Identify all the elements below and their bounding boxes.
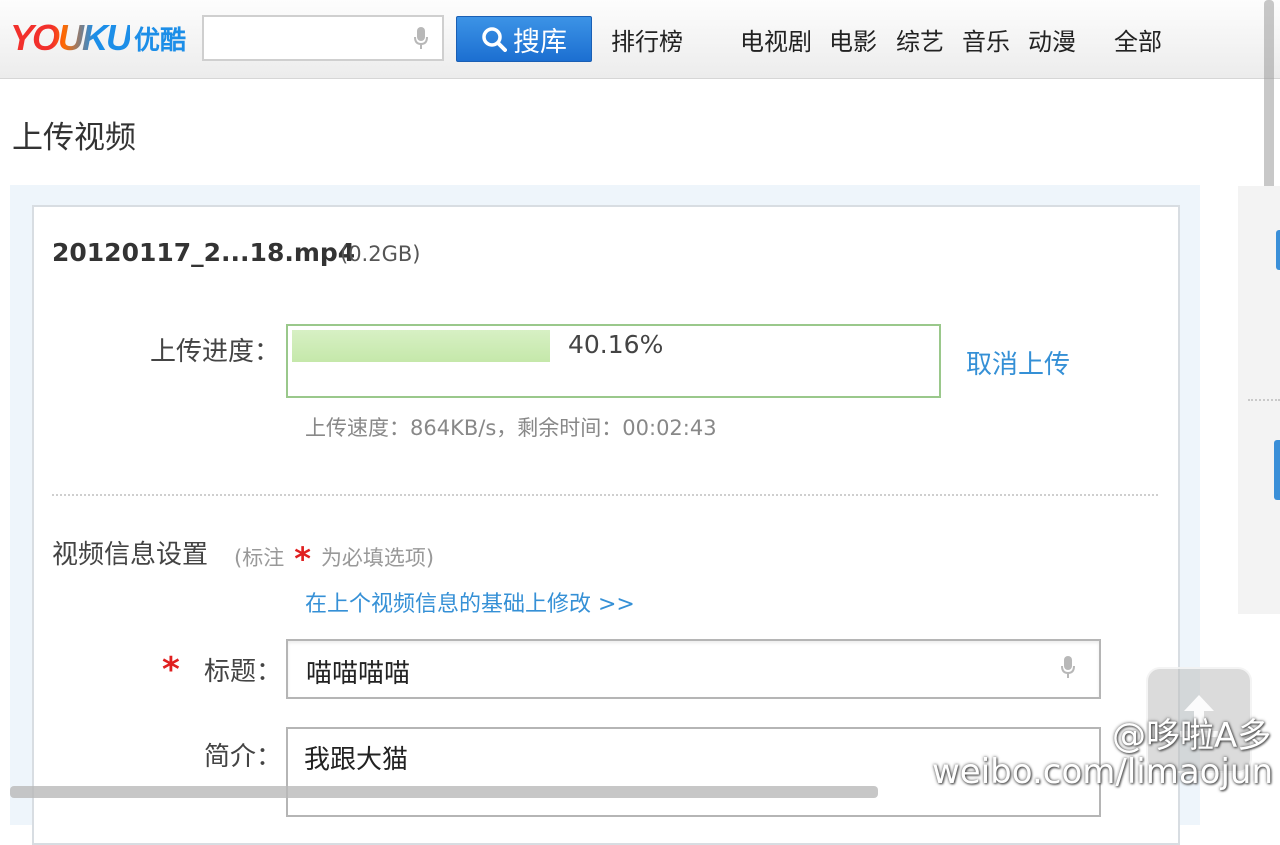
side-panel-tab[interactable] bbox=[1276, 230, 1280, 270]
nav-item-ranking[interactable]: 排行榜 bbox=[611, 22, 683, 57]
search-input[interactable] bbox=[202, 15, 444, 61]
divider bbox=[1248, 399, 1280, 401]
section-title: 视频信息设置 bbox=[52, 540, 209, 570]
reuse-previous-info-link[interactable]: 在上个视频信息的基础上修改 >> bbox=[305, 586, 635, 618]
progress-label: 上传进度： bbox=[150, 337, 281, 367]
cancel-upload-link[interactable]: 取消上传 bbox=[966, 344, 1070, 381]
search-icon bbox=[482, 27, 507, 52]
file-size: (0.2GB) bbox=[340, 242, 421, 266]
top-header: YOUKU 优酷 搜库 排行榜 电视剧 电影 综艺 音乐 动漫 全部 bbox=[0, 0, 1280, 79]
nav-item-anime[interactable]: 动漫 bbox=[1028, 22, 1076, 57]
microphone-icon[interactable] bbox=[1061, 656, 1075, 680]
title-input[interactable]: 喵喵喵喵 bbox=[286, 639, 1101, 699]
upload-progress-fill bbox=[292, 330, 550, 362]
search-button-label: 搜库 bbox=[513, 26, 567, 58]
horizontal-scrollbar[interactable] bbox=[10, 786, 878, 798]
upload-progress-bar: 40.16% bbox=[286, 324, 941, 398]
description-label: 简介： bbox=[204, 742, 283, 772]
upload-speed-status: 上传速度：864KB/s，剩余时间：00:02:43 bbox=[305, 416, 717, 440]
nav-item-movies[interactable]: 电影 bbox=[829, 22, 877, 57]
logo-text-cn: 优酷 bbox=[134, 25, 187, 56]
logo-text: YOUKU bbox=[10, 17, 132, 58]
section-divider bbox=[52, 494, 1158, 496]
search-button[interactable]: 搜库 bbox=[456, 16, 592, 62]
nav-item-all[interactable]: 全部 bbox=[1114, 22, 1162, 57]
required-star: * bbox=[294, 540, 311, 578]
title-label: 标题： bbox=[204, 657, 283, 687]
required-note-suffix: 为必填选项) bbox=[320, 546, 435, 570]
nav-item-variety[interactable]: 综艺 bbox=[896, 22, 944, 57]
progress-percent: 40.16% bbox=[568, 330, 664, 359]
required-note-prefix: (标注 bbox=[234, 546, 285, 570]
youku-logo[interactable]: YOUKU 优酷 bbox=[10, 17, 187, 58]
required-note: (标注 * 为必填选项) bbox=[234, 538, 435, 578]
title-required-star: * bbox=[162, 650, 180, 690]
microphone-icon[interactable] bbox=[414, 27, 428, 51]
nav-item-tv[interactable]: 电视剧 bbox=[740, 22, 812, 57]
watermark-handle: @哆啦A多 bbox=[1112, 716, 1272, 756]
watermark-url: weibo.com/limaojun bbox=[932, 752, 1274, 792]
page-title: 上传视频 bbox=[12, 120, 136, 156]
nav-item-music[interactable]: 音乐 bbox=[962, 22, 1010, 57]
description-value: 我跟大猫 bbox=[304, 745, 409, 775]
file-name: 20120117_2...18.mp4 bbox=[52, 238, 356, 267]
side-panel-tab[interactable] bbox=[1274, 440, 1280, 500]
title-input-value: 喵喵喵喵 bbox=[306, 659, 411, 689]
side-panel bbox=[1238, 186, 1280, 614]
